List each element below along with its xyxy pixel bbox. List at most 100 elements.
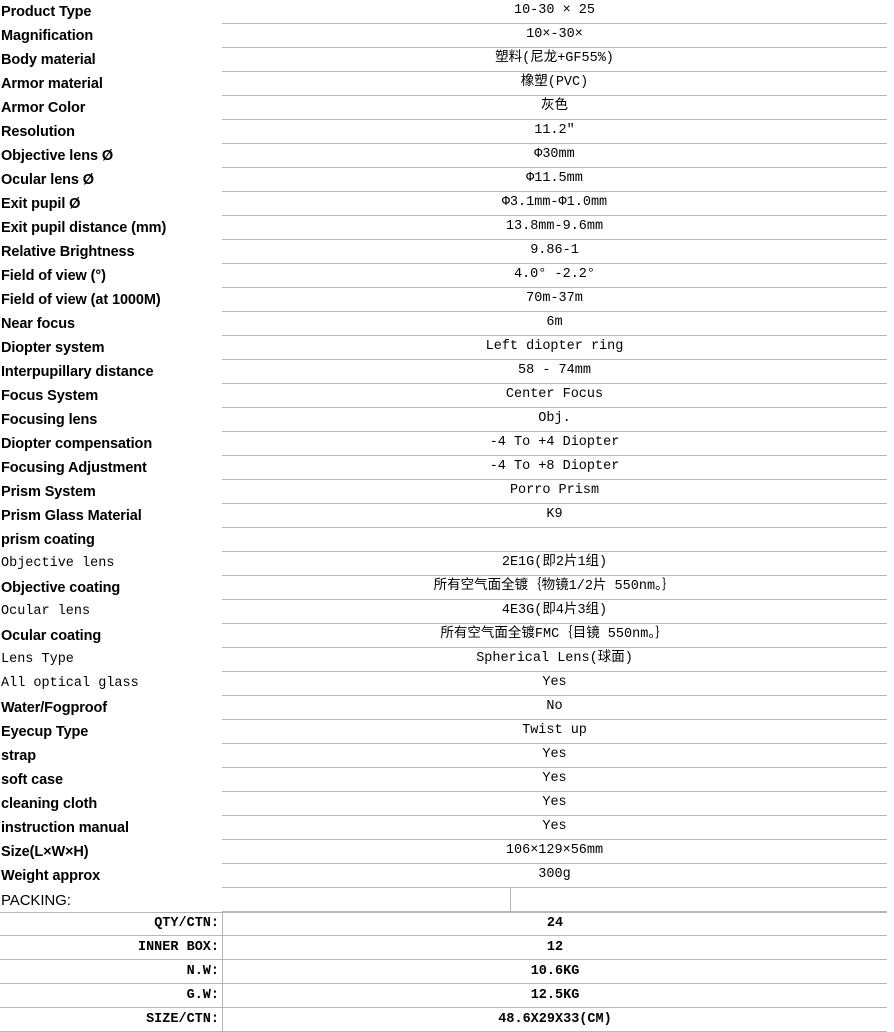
spec-label: Prism Glass Material <box>1 507 142 524</box>
spec-row: Diopter compensation -4 To +4 Diopter <box>0 432 894 456</box>
packing-value: 12.5KG <box>222 984 887 1008</box>
spec-row: soft case Yes <box>0 768 894 792</box>
spec-row: Product Type 10-30 × 25 <box>0 0 894 24</box>
spec-row: Magnification 10×-30× <box>0 24 894 48</box>
spec-label: Ocular coating <box>1 627 102 644</box>
spec-value: 58 - 74mm <box>222 360 887 384</box>
packing-label: INNER BOX: <box>0 936 222 960</box>
spec-label: prism coating <box>1 531 95 548</box>
spec-value: 300g <box>222 864 887 888</box>
spec-label: soft case <box>1 771 63 788</box>
spec-row: Focusing Adjustment -4 To +8 Diopter <box>0 456 894 480</box>
spec-value: 橡塑(PVC) <box>222 72 887 96</box>
spec-row: Objective coating 所有空气面全镀｛物镜1/2片 550nm。｝ <box>0 576 894 600</box>
spec-row: Ocular lens 4E3G(即4片3组) <box>0 600 894 624</box>
packing-row: N.W: 10.6KG <box>0 960 894 984</box>
spec-row: Body material 塑料(尼龙+GF55%) <box>0 48 894 72</box>
spec-row: Ocular lens Ø Φ11.5mm <box>0 168 894 192</box>
spec-label: Objective lens Ø <box>1 147 114 164</box>
spec-value: Φ30mm <box>222 144 887 168</box>
spec-label: Diopter compensation <box>1 435 153 452</box>
spec-value: 10-30 × 25 <box>222 0 887 24</box>
packing-value: 12 <box>222 936 887 960</box>
spec-label: Objective coating <box>1 579 121 596</box>
spec-label: Lens Type <box>1 652 74 668</box>
spec-row: Resolution 11.2″ <box>0 120 894 144</box>
packing-value: 10.6KG <box>222 960 887 984</box>
spec-label: Exit pupil distance (mm) <box>1 219 167 236</box>
spec-label: Exit pupil Ø <box>1 195 81 212</box>
spec-row: All optical glass Yes <box>0 672 894 696</box>
spec-row: instruction manual Yes <box>0 816 894 840</box>
spec-row: Exit pupil distance (mm) 13.8mm-9.6mm <box>0 216 894 240</box>
packing-value: 48.6X29X33(CM) <box>222 1008 887 1032</box>
spec-label: Focusing Adjustment <box>1 459 147 476</box>
spec-row: Diopter system Left diopter ring <box>0 336 894 360</box>
spec-row: Size(L×W×H) 106×129×56mm <box>0 840 894 864</box>
spec-value: 6m <box>222 312 887 336</box>
specification-sheet: Product Type 10-30 × 25 Magnification 10×-3… <box>0 0 894 1032</box>
spec-row: Near focus 6m <box>0 312 894 336</box>
spec-row: Objective lens 2E1G(即2片1组) <box>0 552 894 576</box>
packing-label: N.W: <box>0 960 222 984</box>
spec-value: Yes <box>222 672 887 696</box>
spec-label: Focusing lens <box>1 411 98 428</box>
packing-heading-row: PACKING: <box>0 888 894 912</box>
spec-value: Φ3.1mm-Φ1.0mm <box>222 192 887 216</box>
spec-row: Armor Color 灰色 <box>0 96 894 120</box>
spec-value: -4 To +8 Diopter <box>222 456 887 480</box>
packing-label: SIZE/CTN: <box>0 1008 222 1032</box>
packing-heading-spacer-left <box>222 888 511 912</box>
spec-value: 11.2″ <box>222 120 887 144</box>
spec-value: 所有空气面全镀｛物镜1/2片 550nm。｝ <box>222 576 887 600</box>
spec-value: Yes <box>222 768 887 792</box>
spec-value: K9 <box>222 504 887 528</box>
spec-row: Focusing lens Obj. <box>0 408 894 432</box>
spec-value: Yes <box>222 816 887 840</box>
spec-row: Exit pupil Ø Φ3.1mm-Φ1.0mm <box>0 192 894 216</box>
spec-row: Prism Glass Material K9 <box>0 504 894 528</box>
spec-value: 塑料(尼龙+GF55%) <box>222 48 887 72</box>
spec-row: Focus System Center Focus <box>0 384 894 408</box>
spec-row: Relative Brightness 9.86-1 <box>0 240 894 264</box>
packing-row: INNER BOX: 12 <box>0 936 894 960</box>
spec-row: cleaning cloth Yes <box>0 792 894 816</box>
spec-value: Obj. <box>222 408 887 432</box>
spec-value: Yes <box>222 744 887 768</box>
spec-row: strap Yes <box>0 744 894 768</box>
spec-label: Weight approx <box>1 867 101 884</box>
spec-value: 106×129×56mm <box>222 840 887 864</box>
packing-row: G.W: 12.5KG <box>0 984 894 1008</box>
packing-value: 24 <box>222 912 887 936</box>
spec-row: Prism System Porro Prism <box>0 480 894 504</box>
spec-row: Ocular coating 所有空气面全镀FMC｛目镜 550nm。｝ <box>0 624 894 648</box>
spec-row: Eyecup Type Twist up <box>0 720 894 744</box>
spec-label: Diopter system <box>1 339 105 356</box>
spec-row: Objective lens Ø Φ30mm <box>0 144 894 168</box>
spec-label: Ocular lens Ø <box>1 171 94 188</box>
spec-value: 灰色 <box>222 96 887 120</box>
spec-label: Field of view (at 1000M) <box>1 291 161 308</box>
packing-label: QTY/CTN: <box>0 912 222 936</box>
spec-value: 10×-30× <box>222 24 887 48</box>
spec-label: Body material <box>1 51 96 68</box>
spec-label: Interpupillary distance <box>1 363 154 380</box>
spec-row: Lens Type Spherical Lens(球面) <box>0 648 894 672</box>
spec-label: Magnification <box>1 27 94 44</box>
spec-label: instruction manual <box>1 819 129 836</box>
spec-label: Focus System <box>1 387 99 404</box>
spec-label: Ocular lens <box>1 604 91 620</box>
spec-label: Near focus <box>1 315 75 332</box>
spec-row: prism coating <box>0 528 894 552</box>
spec-label: All optical glass <box>1 676 139 692</box>
packing-heading-label: PACKING: <box>1 891 71 909</box>
spec-value: 9.86-1 <box>222 240 887 264</box>
spec-row: Weight approx 300g <box>0 864 894 888</box>
spec-value: Spherical Lens(球面) <box>222 648 887 672</box>
spec-value: Porro Prism <box>222 480 887 504</box>
spec-row: Water/Fogproof No <box>0 696 894 720</box>
spec-label: Relative Brightness <box>1 243 135 260</box>
spec-value: Left diopter ring <box>222 336 887 360</box>
spec-label: Resolution <box>1 123 75 140</box>
spec-value: No <box>222 696 887 720</box>
